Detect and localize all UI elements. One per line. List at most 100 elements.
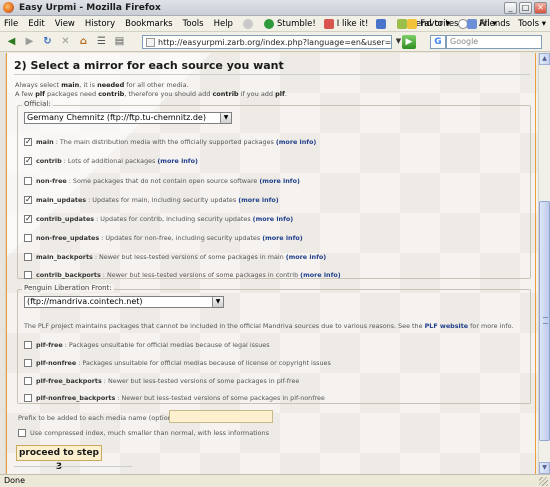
intro-line-1: Always select main, it is needed for all… xyxy=(15,81,189,89)
main-updates-checkbox[interactable]: ✓ xyxy=(24,196,32,204)
page-favicon-icon xyxy=(146,37,155,47)
plf-nonfree-checkbox[interactable] xyxy=(24,359,32,367)
like-button[interactable]: I like it! xyxy=(323,18,368,29)
prefix-label: Prefix to be added to each media name (o… xyxy=(18,414,183,422)
menu-file[interactable]: File xyxy=(4,19,18,29)
option-plf-free-backports[interactable]: plf-free_backports: Newer but less-teste… xyxy=(24,376,299,386)
compressed-index-checkbox[interactable] xyxy=(18,429,26,437)
contrib-backports-more-info-link[interactable]: (more info) xyxy=(300,271,341,279)
stop-button[interactable]: ✕ xyxy=(58,34,73,49)
window-titlebar: Easy Urpmi - Mozilla Firefox _ □ ✕ xyxy=(0,0,550,16)
scroll-down-button[interactable]: ▼ xyxy=(539,462,550,474)
star-icon xyxy=(407,19,418,29)
chevron-down-icon: ▼ xyxy=(220,113,231,123)
back-button[interactable]: ◀ xyxy=(4,34,19,49)
menu-view[interactable]: View xyxy=(55,19,75,29)
prefix-input[interactable] xyxy=(169,410,273,423)
non-free-updates-more-info-link[interactable]: (more info) xyxy=(262,234,303,242)
scrollbar-thumb[interactable] xyxy=(539,201,550,441)
option-contrib-backports[interactable]: contrib_backports: Newer but less-tested… xyxy=(24,270,341,280)
proceed-step-3-button[interactable]: proceed to step 3 xyxy=(16,445,102,472)
option-contrib-updates[interactable]: ✓ contrib_updates: Updates for contrib, i… xyxy=(24,214,293,224)
option-non-free[interactable]: non-free: Some packages that do not cont… xyxy=(24,176,300,186)
non-free-checkbox[interactable] xyxy=(24,177,32,185)
home-button[interactable]: ⌂ xyxy=(76,34,91,49)
firefox-icon xyxy=(3,2,14,13)
friends-button[interactable]: Friends xyxy=(466,19,511,29)
option-non-free-updates[interactable]: non-free_updates: Updates for non-free, … xyxy=(24,233,303,243)
contrib-updates-more-info-link[interactable]: (more info) xyxy=(253,215,294,223)
send-icon xyxy=(397,18,408,29)
main-more-info-link[interactable]: (more info) xyxy=(276,138,317,146)
address-bar[interactable]: http://easyurpmi.zarb.org/index.php?lang… xyxy=(142,35,392,49)
option-main[interactable]: ✓ main: The main distribution media with … xyxy=(24,137,316,147)
forward-button[interactable]: ▶ xyxy=(22,34,37,49)
url-text: http://easyurpmi.zarb.org/index.php?lang… xyxy=(158,37,392,47)
close-button[interactable]: ✕ xyxy=(534,2,547,14)
plf-free-checkbox[interactable] xyxy=(24,341,32,349)
plf-website-link[interactable]: PLF website xyxy=(425,322,469,330)
menu-help[interactable]: Help xyxy=(214,19,233,29)
dislike-button[interactable] xyxy=(376,18,389,29)
plf-free-backports-checkbox[interactable] xyxy=(24,377,32,385)
plf-nonfree-backports-checkbox[interactable] xyxy=(24,394,32,402)
intro-text: Always select main, it is needed for all… xyxy=(15,81,287,99)
option-contrib[interactable]: ✓ contrib: Lots of additional packages (mo… xyxy=(24,156,198,166)
menu-bookmarks[interactable]: Bookmarks xyxy=(125,19,173,29)
settings-toolbar-button[interactable] xyxy=(242,18,256,29)
minimize-button[interactable]: _ xyxy=(504,2,517,14)
menu-tools[interactable]: Tools xyxy=(183,19,204,29)
print-button[interactable]: ▤ xyxy=(112,34,127,49)
friends-label: Friends xyxy=(479,19,511,29)
official-mirror-value: Germany Chemnitz (ftp://ftp.tu-chemnitz.… xyxy=(27,113,206,122)
tools-dropdown[interactable]: Tools ▾ xyxy=(518,19,546,29)
non-free-more-info-link[interactable]: (more info) xyxy=(259,177,300,185)
resize-grip-icon[interactable] xyxy=(539,477,548,486)
stumble-button[interactable]: Stumble! xyxy=(263,18,316,29)
non-free-updates-checkbox[interactable] xyxy=(24,234,32,242)
window-controls: _ □ ✕ xyxy=(504,2,547,14)
contrib-checkbox[interactable]: ✓ xyxy=(24,157,32,165)
intro-line-2: A few plf packages need contrib, therefo… xyxy=(15,90,287,98)
maximize-button[interactable]: □ xyxy=(519,2,532,14)
contrib-backports-checkbox[interactable] xyxy=(24,271,32,279)
main-updates-more-info-link[interactable]: (more info) xyxy=(238,196,279,204)
navigation-toolbar: ◀ ▶ ↻ ✕ ⌂ ☰ ▤ http://easyurpmi.zarb.org/… xyxy=(0,32,550,52)
thumbs-up-icon xyxy=(323,18,334,29)
vertical-scrollbar[interactable]: ▲ ▼ xyxy=(538,53,550,474)
menu-history[interactable]: History xyxy=(85,19,115,29)
window-title: Easy Urpmi - Mozilla Firefox xyxy=(19,2,161,13)
main-backports-more-info-link[interactable]: (more info) xyxy=(286,253,327,261)
scroll-up-button[interactable]: ▲ xyxy=(539,53,550,65)
bookmark-button[interactable]: ☰ xyxy=(94,34,109,49)
contrib-more-info-link[interactable]: (more info) xyxy=(157,157,198,165)
option-plf-nonfree[interactable]: plf-nonfree: Packages unsuitable for off… xyxy=(24,358,331,368)
favorites-button[interactable]: Favorites xyxy=(407,19,459,29)
search-input[interactable]: Google xyxy=(446,35,542,49)
compressed-index-label: Use compressed index, much smaller than … xyxy=(30,429,270,437)
heading-divider xyxy=(14,74,530,75)
main-checkbox[interactable]: ✓ xyxy=(24,138,32,146)
chevron-down-icon: ▼ xyxy=(212,297,223,307)
option-main-backports[interactable]: main_backports: Newer but less-tested ve… xyxy=(24,252,326,262)
contrib-updates-checkbox[interactable]: ✓ xyxy=(24,215,32,223)
go-button[interactable]: ▶ xyxy=(402,35,416,49)
official-legend: Official: xyxy=(22,100,53,108)
reload-button[interactable]: ↻ xyxy=(40,34,55,49)
main-backports-checkbox[interactable] xyxy=(24,253,32,261)
menu-edit[interactable]: Edit xyxy=(28,19,44,29)
search-engine-icon[interactable]: G xyxy=(430,35,446,49)
option-main-updates[interactable]: ✓ main_updates: Updates for main, includi… xyxy=(24,195,279,205)
bottom-divider xyxy=(14,466,132,467)
plf-mirror-select[interactable]: (ftp://mandriva.cointech.net) ▼ xyxy=(24,296,224,308)
compressed-index-option[interactable]: Use compressed index, much smaller than … xyxy=(18,428,269,438)
stumble-label: Stumble! xyxy=(276,18,316,29)
official-mirror-select[interactable]: Germany Chemnitz (ftp://ftp.tu-chemnitz.… xyxy=(24,112,232,124)
plf-mirror-value: (ftp://mandriva.cointech.net) xyxy=(27,297,143,306)
page-viewport: 2) Select a mirror for each source you w… xyxy=(0,53,538,474)
gear-icon xyxy=(242,18,253,29)
option-plf-free[interactable]: plf-free: Packages unsuitable for offici… xyxy=(24,340,270,350)
option-plf-nonfree-backports[interactable]: plf-nonfree_backports: Newer but less-te… xyxy=(24,393,325,403)
menubar: File Edit View History Bookmarks Tools H… xyxy=(0,16,550,32)
favorites-label: Favorites xyxy=(420,19,459,29)
